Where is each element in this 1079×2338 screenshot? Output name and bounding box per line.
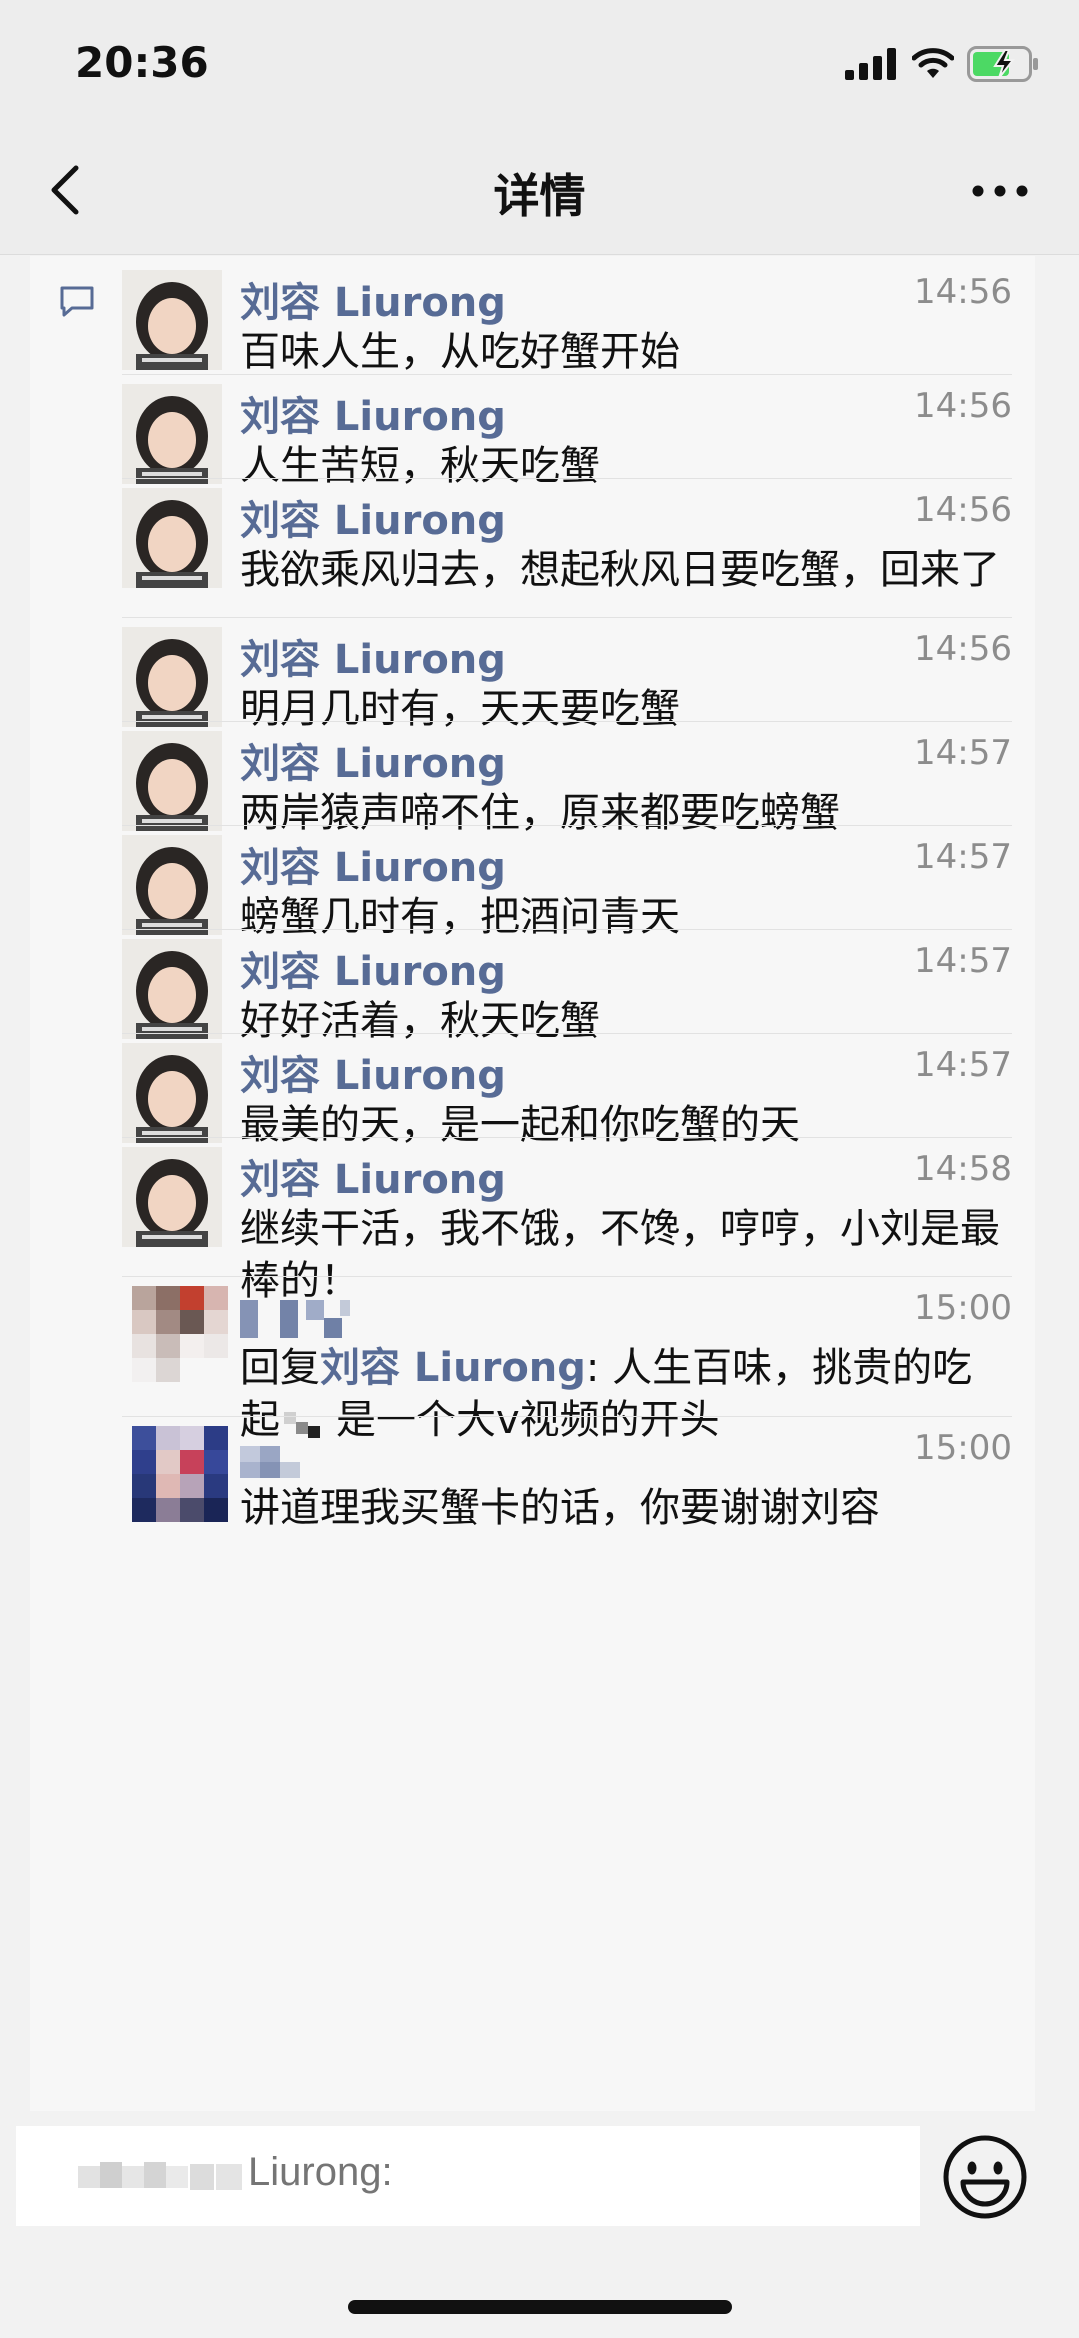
comment-item: 刘容 Liurong 14:57 两岸猿声啼不住，原来都要吃螃蟹 bbox=[122, 731, 1012, 836]
comment-time: 14:56 bbox=[914, 490, 1012, 530]
divider bbox=[122, 1033, 1012, 1034]
divider bbox=[122, 1416, 1012, 1417]
comment-text: 两岸猿声啼不住，原来都要吃螃蟹 bbox=[240, 790, 840, 836]
home-indicator bbox=[348, 2300, 732, 2314]
comment-text: 明月几时有，天天要吃蟹 bbox=[240, 686, 680, 732]
divider bbox=[122, 1276, 1012, 1277]
status-bar: 20:36 bbox=[0, 0, 1079, 130]
comment-text: 讲道理我买蟹卡的话，你要谢谢刘容 bbox=[240, 1485, 880, 1531]
page-title: 详情 bbox=[493, 169, 586, 223]
avatar[interactable] bbox=[122, 939, 222, 1039]
comment-author[interactable]: 刘容 Liurong bbox=[240, 627, 506, 685]
divider bbox=[122, 929, 1012, 930]
comment-input[interactable] bbox=[16, 2150, 920, 2195]
comment-item: 刘容 Liurong 14:58 继续干活，我不饿，不馋，哼哼，小刘是最棒的！ bbox=[122, 1147, 1012, 1304]
comment-time: 14:58 bbox=[914, 1149, 1012, 1189]
comment-input-box[interactable] bbox=[16, 2126, 920, 2226]
comment-item: 15:00 讲道理我买蟹卡的话，你要谢谢刘容 bbox=[122, 1426, 1012, 1531]
divider bbox=[122, 478, 1012, 479]
avatar[interactable] bbox=[122, 835, 222, 935]
comment-time: 14:56 bbox=[914, 629, 1012, 669]
comment-input-bar bbox=[0, 2112, 1079, 2338]
reply-target-name[interactable]: 刘容 Liurong bbox=[320, 1345, 586, 1391]
comment-author[interactable]: 刘容 Liurong bbox=[240, 731, 506, 789]
comment-time: 14:57 bbox=[914, 941, 1012, 981]
comment-item: 刘容 Liurong 14:56 人生苦短，秋天吃蟹 bbox=[122, 384, 1012, 489]
comment-author[interactable]: 刘容 Liurong bbox=[240, 835, 506, 893]
battery-icon bbox=[967, 46, 1038, 82]
comment-author[interactable]: 刘容 Liurong bbox=[240, 1043, 506, 1101]
author-pixelated[interactable] bbox=[240, 1440, 380, 1480]
avatar-pixelated[interactable] bbox=[132, 1426, 228, 1522]
comment-text: 我欲乘风归去，想起秋风日要吃蟹，回来了 bbox=[240, 547, 1000, 593]
avatar[interactable] bbox=[122, 488, 222, 588]
avatar[interactable] bbox=[122, 627, 222, 727]
comment-icon bbox=[60, 286, 94, 317]
comment-time: 14:56 bbox=[914, 386, 1012, 426]
comment-time: 15:00 bbox=[914, 1428, 1012, 1468]
reply-comment-item: 15:00 回复刘容 Liurong: 人生百味，挑贵的吃 起是一个大v视频的开… bbox=[122, 1286, 1012, 1443]
comment-author[interactable]: 刘容 Liurong bbox=[240, 270, 506, 328]
comment-time: 14:57 bbox=[914, 733, 1012, 773]
avatar[interactable] bbox=[122, 384, 222, 484]
nav-bar: 详情 bbox=[0, 130, 1079, 255]
comment-author[interactable]: 刘容 Liurong bbox=[240, 1147, 506, 1205]
comment-item: 刘容 Liurong 14:56 百味人生，从吃好蟹开始 bbox=[122, 270, 1012, 375]
comment-text: 人生苦短，秋天吃蟹 bbox=[240, 443, 600, 489]
comments-panel: 刘容 Liurong 14:56 百味人生，从吃好蟹开始 刘容 Liurong … bbox=[30, 256, 1035, 2111]
comment-time: 14:56 bbox=[914, 272, 1012, 312]
author-pixelated[interactable] bbox=[240, 1300, 380, 1340]
comment-text: 好好活着，秋天吃蟹 bbox=[240, 998, 600, 1044]
comment-time: 14:57 bbox=[914, 1045, 1012, 1085]
reply-text: : 人生百味，挑贵的吃 bbox=[585, 1345, 973, 1391]
comment-item: 刘容 Liurong 14:56 明月几时有，天天要吃蟹 bbox=[122, 627, 1012, 732]
wifi-icon bbox=[912, 48, 954, 78]
reply-prefix: 回复 bbox=[240, 1345, 320, 1391]
avatar-pixelated[interactable] bbox=[132, 1286, 228, 1382]
signal-icon bbox=[845, 48, 896, 80]
divider bbox=[122, 721, 1012, 722]
divider bbox=[122, 374, 1012, 375]
comment-item: 刘容 Liurong 14:57 好好活着，秋天吃蟹 bbox=[122, 939, 1012, 1044]
more-dots-icon[interactable] bbox=[970, 180, 1030, 202]
divider bbox=[122, 617, 1012, 618]
comment-time: 15:00 bbox=[914, 1288, 1012, 1328]
divider bbox=[122, 825, 1012, 826]
comment-text: 百味人生，从吃好蟹开始 bbox=[240, 329, 680, 375]
comment-item: 刘容 Liurong 14:57 螃蟹几时有，把酒问青天 bbox=[122, 835, 1012, 940]
status-time: 20:36 bbox=[75, 38, 209, 87]
comment-text: 最美的天，是一起和你吃蟹的天 bbox=[240, 1102, 800, 1148]
avatar[interactable] bbox=[122, 270, 222, 370]
comment-author[interactable]: 刘容 Liurong bbox=[240, 384, 506, 442]
comment-time: 14:57 bbox=[914, 837, 1012, 877]
emoji-icon[interactable] bbox=[940, 2132, 1030, 2222]
comment-author[interactable]: 刘容 Liurong bbox=[240, 939, 506, 997]
avatar[interactable] bbox=[122, 1147, 222, 1247]
avatar[interactable] bbox=[122, 731, 222, 831]
divider bbox=[122, 1137, 1012, 1138]
comment-text: 螃蟹几时有，把酒问青天 bbox=[240, 894, 680, 940]
comment-author[interactable]: 刘容 Liurong bbox=[240, 488, 506, 546]
comment-item: 刘容 Liurong 14:56 我欲乘风归去，想起秋风日要吃蟹，回来了 bbox=[122, 488, 1012, 608]
comment-item: 刘容 Liurong 14:57 最美的天，是一起和你吃蟹的天 bbox=[122, 1043, 1012, 1148]
avatar[interactable] bbox=[122, 1043, 222, 1143]
